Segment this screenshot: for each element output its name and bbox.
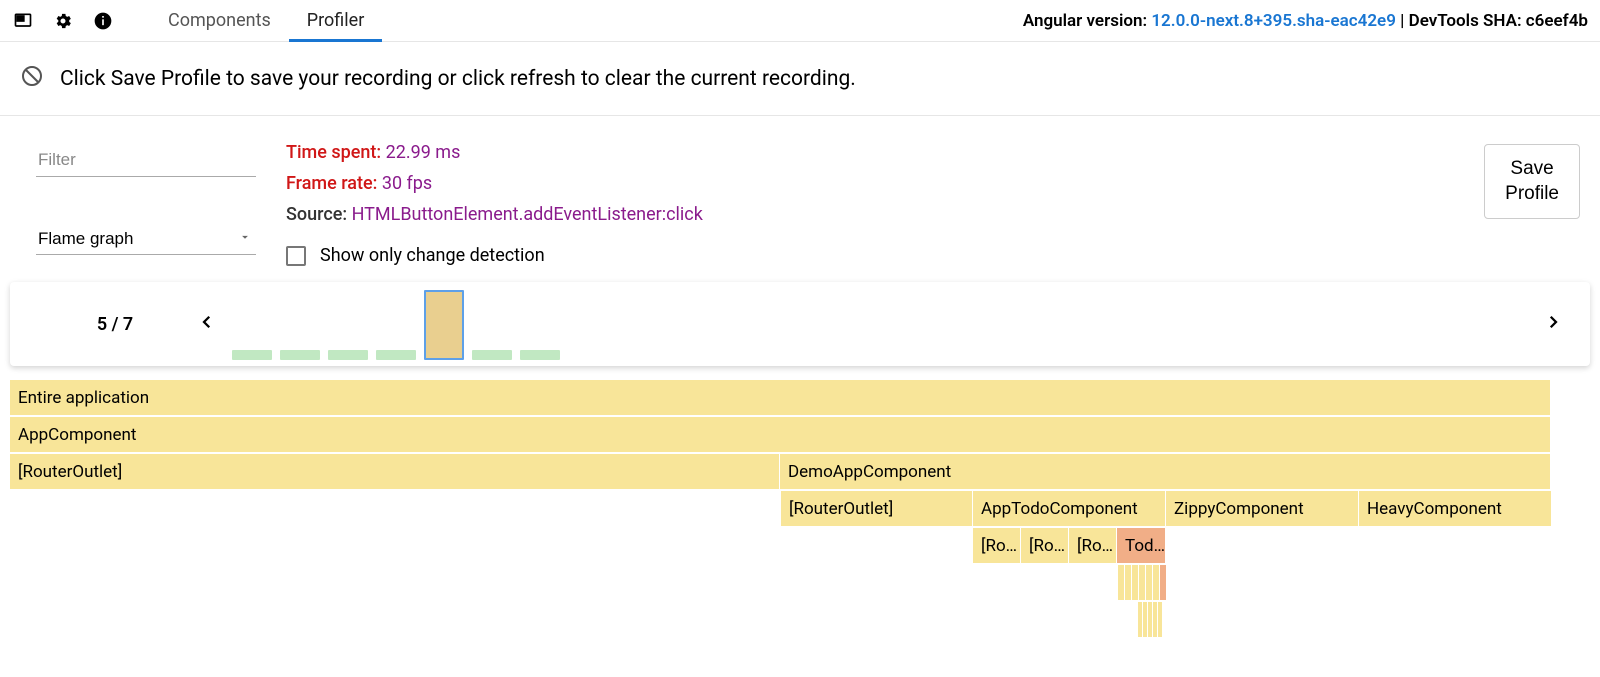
frame-rate-row: Frame rate: 30 fps <box>286 173 703 194</box>
view-select-wrap: Flame graph <box>36 223 256 255</box>
banner: Click Save Profile to save your recordin… <box>0 42 1600 116</box>
info-block: Time spent: 22.99 ms Frame rate: 30 fps … <box>286 142 703 266</box>
flame-thin[interactable] <box>1153 602 1157 637</box>
version-info: Angular version: 12.0.0-next.8+395.sha-e… <box>1023 11 1588 31</box>
sha-label: | DevTools SHA: c6eef4b <box>1396 11 1588 31</box>
frame-bars <box>224 288 1536 360</box>
flame-thin[interactable] <box>1132 565 1138 600</box>
app-header: Components Profiler Angular version: 12.… <box>0 0 1600 42</box>
version-label: Angular version: <box>1023 11 1152 31</box>
flame-thin[interactable] <box>1153 565 1159 600</box>
tab-profiler[interactable]: Profiler <box>289 0 383 42</box>
change-detection-checkbox-row: Show only change detection <box>286 245 703 266</box>
frame-strip: 5 / 7 <box>10 282 1590 366</box>
frame-bar-6[interactable] <box>472 350 512 360</box>
time-spent-label: Time spent: <box>286 142 386 163</box>
frame-counter: 5 / 7 <box>40 314 190 335</box>
frame-rate-value: 30 fps <box>382 173 432 194</box>
filter-input[interactable] <box>36 144 256 177</box>
frame-bar-7[interactable] <box>520 350 560 360</box>
banner-message: Click Save Profile to save your recordin… <box>60 67 856 91</box>
tab-components[interactable]: Components <box>150 0 289 42</box>
source-value: HTMLButtonElement.addEventListener:click <box>352 204 703 225</box>
flame-spacer <box>10 528 972 563</box>
source-row: Source: HTMLButtonElement.addEventListen… <box>286 204 703 225</box>
toolbar: Flame graph Time spent: 22.99 ms Frame r… <box>0 116 1600 276</box>
flame-cell-zippycomponent[interactable]: ZippyComponent <box>1166 491 1358 526</box>
flame-thin[interactable] <box>1143 602 1147 637</box>
flame-cell-apptodocomponent[interactable]: AppTodoComponent <box>973 491 1165 526</box>
flame-row-6 <box>1138 602 1590 637</box>
flame-graph: Entire application AppComponent [RouterO… <box>0 380 1600 637</box>
change-detection-checkbox[interactable] <box>286 246 306 266</box>
frame-bar-5[interactable] <box>424 290 464 360</box>
frame-rate-label: Frame rate: <box>286 173 382 194</box>
frame-bar-4[interactable] <box>376 350 416 360</box>
flame-cell-tod[interactable]: Tod… <box>1117 528 1165 563</box>
flame-row-3: [RouterOutlet] AppTodoComponent ZippyCom… <box>10 491 1590 526</box>
flame-thin[interactable] <box>1148 602 1152 637</box>
flame-thin[interactable] <box>1118 565 1124 600</box>
view-select[interactable]: Flame graph <box>36 223 256 255</box>
frame-bar-3[interactable] <box>328 350 368 360</box>
flame-row-5 <box>1118 565 1590 600</box>
flame-cell-routeroutlet-1[interactable]: [RouterOutlet] <box>10 454 779 489</box>
flame-thin[interactable] <box>1146 565 1152 600</box>
prev-frame-button[interactable] <box>190 305 224 343</box>
flame-thin[interactable] <box>1125 565 1131 600</box>
save-profile-button[interactable]: Save Profile <box>1484 144 1580 219</box>
info-icon[interactable] <box>92 10 114 32</box>
frame-bar-1[interactable] <box>232 350 272 360</box>
flame-thin[interactable] <box>1138 602 1142 637</box>
flame-row-0: Entire application <box>10 380 1590 415</box>
frame-bar-2[interactable] <box>280 350 320 360</box>
flame-row-4: [Ro… [Ro… [Ro… Tod… <box>10 528 1590 563</box>
flame-cell-appcomponent[interactable]: AppComponent <box>10 417 1550 452</box>
header-left: Components Profiler <box>12 0 382 42</box>
source-label: Source: <box>286 204 352 225</box>
flame-cell-ro-3[interactable]: [Ro… <box>1069 528 1116 563</box>
flame-thin[interactable] <box>1160 565 1166 600</box>
flame-row-2: [RouterOutlet] DemoAppComponent <box>10 454 1590 489</box>
flame-thin[interactable] <box>1158 602 1162 637</box>
flame-cell-heavycomponent[interactable]: HeavyComponent <box>1359 491 1551 526</box>
time-spent-row: Time spent: 22.99 ms <box>286 142 703 163</box>
version-value: 12.0.0-next.8+395.sha-eac42e9 <box>1151 11 1396 31</box>
time-spent-value: 22.99 ms <box>386 142 461 163</box>
left-controls: Flame graph <box>36 144 256 255</box>
change-detection-label: Show only change detection <box>320 245 545 266</box>
gear-icon[interactable] <box>52 10 74 32</box>
flame-spacer <box>10 491 780 526</box>
flame-row-1: AppComponent <box>10 417 1590 452</box>
flame-cell-entire-application[interactable]: Entire application <box>10 380 1550 415</box>
tab-bar: Components Profiler <box>150 0 382 42</box>
pip-icon[interactable] <box>12 10 34 32</box>
prohibit-icon <box>20 64 44 94</box>
flame-thin[interactable] <box>1139 565 1145 600</box>
next-frame-button[interactable] <box>1536 305 1570 343</box>
flame-cell-demoappcomponent[interactable]: DemoAppComponent <box>780 454 1550 489</box>
flame-cell-ro-2[interactable]: [Ro… <box>1021 528 1068 563</box>
flame-cell-ro-1[interactable]: [Ro… <box>973 528 1020 563</box>
flame-cell-routeroutlet-2[interactable]: [RouterOutlet] <box>781 491 972 526</box>
